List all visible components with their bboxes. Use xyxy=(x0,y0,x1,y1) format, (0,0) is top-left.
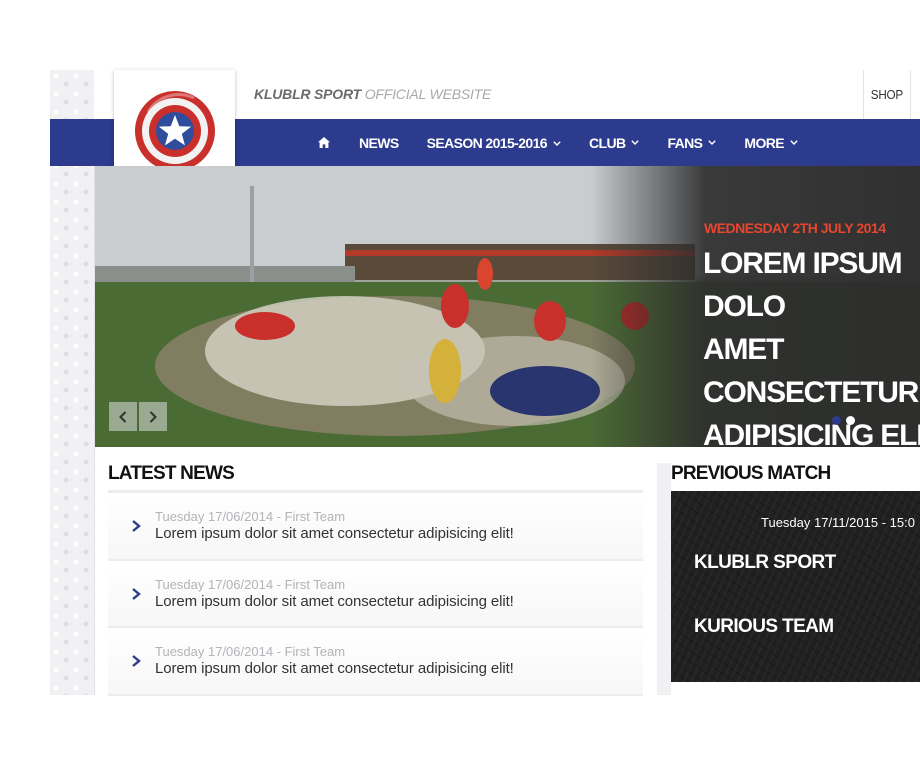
site-title: KLUBLR SPORT OFFICIAL WEBSITE xyxy=(254,86,491,102)
news-meta: Tuesday 17/06/2014 - First Team xyxy=(155,509,346,524)
nav-more-label: MORE xyxy=(744,134,785,151)
chevron-down-icon xyxy=(631,140,640,145)
match-gutter xyxy=(657,463,671,695)
list-item[interactable]: Tuesday 17/06/2014 - First Team Lorem ip… xyxy=(108,493,643,561)
chevron-right-icon xyxy=(132,655,141,667)
hero-slider[interactable]: WEDNESDAY 2TH JULY 2014 LOREM IPSUM DOLO… xyxy=(95,166,920,447)
chevron-down-icon xyxy=(708,140,717,145)
shield-logo-icon[interactable] xyxy=(134,90,216,172)
home-icon[interactable] xyxy=(318,137,330,148)
nav-club[interactable]: CLUB xyxy=(588,134,640,151)
nav-home[interactable] xyxy=(315,119,333,166)
nav-season-label: SEASON 2015-2016 xyxy=(426,134,548,151)
news-meta: Tuesday 17/06/2014 - First Team xyxy=(155,576,346,592)
news-title[interactable]: Lorem ipsum dolor sit amet consectetur a… xyxy=(155,593,514,610)
slider-prev-button[interactable] xyxy=(109,402,137,431)
slider-arrows xyxy=(109,402,169,431)
shop-link[interactable]: SHOP xyxy=(871,87,903,102)
latest-news-list: Tuesday 17/06/2014 - First Team Lorem ip… xyxy=(108,493,643,696)
chevron-down-icon xyxy=(790,140,798,145)
nav-club-label: CLUB xyxy=(588,134,626,151)
previous-match-card[interactable]: Tuesday 17/11/2015 - 15:0 KLUBLR SPORT K… xyxy=(671,491,920,682)
slider-dot-2[interactable] xyxy=(846,416,855,425)
chevron-right-icon xyxy=(132,587,141,600)
latest-news-heading: LATEST NEWS xyxy=(108,463,235,484)
news-meta: Tuesday 17/06/2014 - First Team xyxy=(155,644,346,659)
slider-next-button[interactable] xyxy=(139,402,167,431)
slider-dot-1[interactable] xyxy=(832,416,841,425)
nav-season[interactable]: SEASON 2015-2016 xyxy=(427,135,561,151)
nav-items: NEWS SEASON 2015-2016 CLUB FANS MORE xyxy=(315,119,826,166)
list-item[interactable]: Tuesday 17/06/2014 - First Team Lorem ip… xyxy=(108,560,643,628)
chevron-right-icon xyxy=(149,410,157,423)
hero-headline[interactable]: LOREM IPSUM DOLO AMET CONSECTETUR ADIPIS… xyxy=(703,242,920,447)
news-title[interactable]: Lorem ipsum dolor sit amet consectetur a… xyxy=(155,525,514,542)
match-away-team: KURIOUS TEAM xyxy=(694,616,834,637)
nav-fans[interactable]: FANS xyxy=(667,134,717,151)
previous-match-heading: PREVIOUS MATCH xyxy=(671,463,831,484)
site-tagline: OFFICIAL WEBSITE xyxy=(364,86,492,102)
slider-dots xyxy=(832,416,860,425)
match-home-team: KLUBLR SPORT xyxy=(694,552,836,573)
list-item[interactable]: Tuesday 17/06/2014 - First Team Lorem ip… xyxy=(108,628,643,696)
chevron-right-icon xyxy=(132,520,141,532)
match-date: Tuesday 17/11/2015 - 15:0 xyxy=(761,515,915,530)
nav-news-label: NEWS xyxy=(359,134,399,151)
news-title[interactable]: Lorem ipsum dolor sit amet consectetur a… xyxy=(155,660,514,677)
nav-fans-label: FANS xyxy=(667,134,703,151)
shop-link-box[interactable]: SHOP xyxy=(863,70,911,119)
nav-more[interactable]: MORE xyxy=(744,135,798,151)
chevron-left-icon xyxy=(119,410,127,423)
site-brand: KLUBLR SPORT xyxy=(254,86,362,102)
hero-date: WEDNESDAY 2TH JULY 2014 xyxy=(704,220,886,236)
chevron-down-icon xyxy=(553,141,561,146)
nav-news[interactable]: NEWS xyxy=(359,135,399,151)
